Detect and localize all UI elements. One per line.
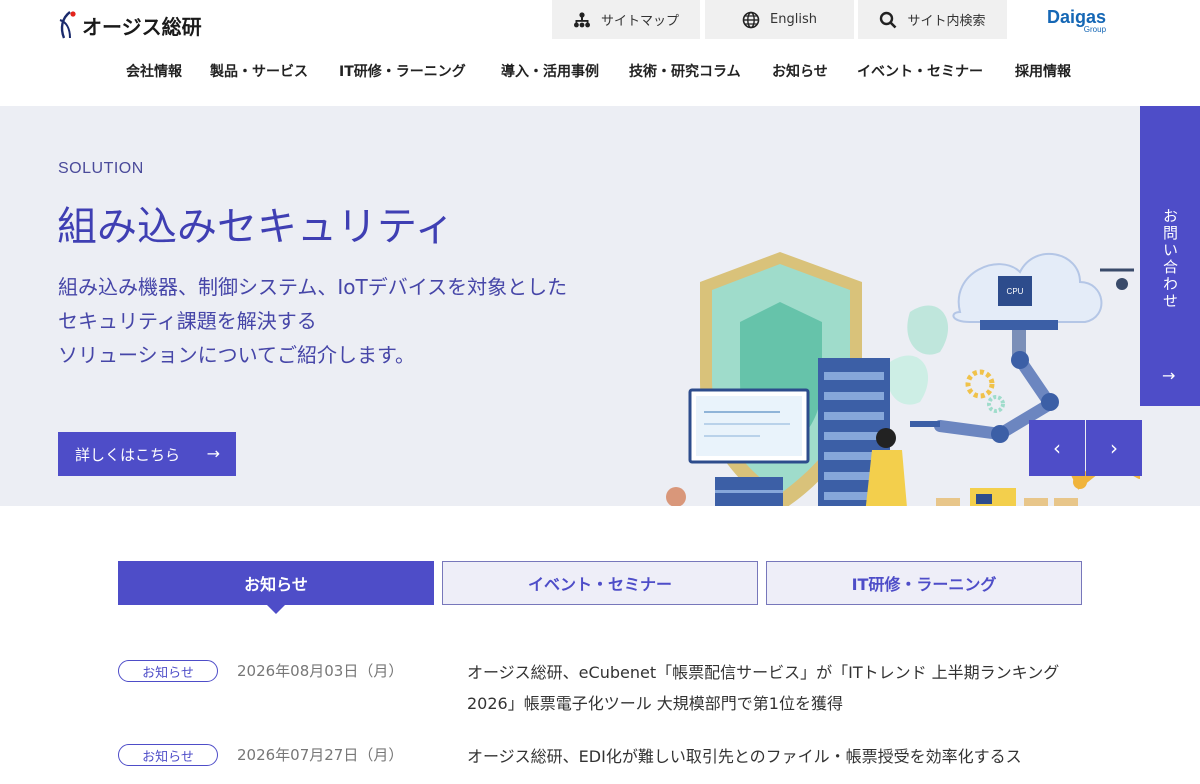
contact-label: お問い合わせ	[1161, 208, 1179, 310]
chevron-left-icon: ‹	[1053, 436, 1061, 460]
hero-title: 組み込みセキュリティ	[57, 204, 455, 250]
slider-next-button[interactable]: ›	[1086, 420, 1142, 476]
daigas-group-logo[interactable]: Daigas Group	[1047, 8, 1106, 34]
nav-item-news[interactable]: お知らせ	[772, 61, 828, 81]
tab-it-training[interactable]: IT研修・ラーニング	[766, 561, 1082, 605]
arrow-right-icon: →	[206, 444, 220, 463]
daigas-logo-sub: Group	[1083, 25, 1107, 34]
news-category-badge: お知らせ	[118, 660, 218, 682]
hero-cta-label: 詳しくはこちら	[75, 445, 181, 464]
site-logo[interactable]: オージス総研	[56, 8, 202, 42]
global-nav: 会社情報 製品・サービス IT研修・ラーニング 導入・活用事例 技術・研究コラム…	[0, 61, 1200, 83]
arrow-right-icon: →	[1162, 366, 1176, 385]
english-link[interactable]: English	[705, 0, 854, 39]
news-date: 2026年08月03日（月）	[237, 662, 404, 680]
hero-cta-button[interactable]: 詳しくはこちら →	[58, 432, 236, 476]
sitemap-icon	[573, 11, 590, 27]
contact-side-tab[interactable]: お問い合わせ →	[1140, 106, 1200, 406]
hero-banner: SOLUTION 組み込みセキュリティ 組み込み機器、制御システム、IoTデバイ…	[0, 106, 1200, 506]
news-title-link[interactable]: オージス総研、EDI化が難しい取引先とのファイル・帳票授受を効率化するス	[467, 741, 1082, 772]
site-search-link[interactable]: サイト内検索	[858, 0, 1007, 39]
nav-item-events[interactable]: イベント・セミナー	[857, 61, 983, 81]
nav-item-tech-column[interactable]: 技術・研究コラム	[629, 61, 741, 81]
slider-prev-button[interactable]: ‹	[1029, 420, 1085, 476]
hero-label: SOLUTION	[58, 160, 144, 177]
tab-news[interactable]: お知らせ	[118, 561, 434, 614]
nav-item-recruit[interactable]: 採用情報	[1015, 61, 1071, 81]
globe-icon	[742, 11, 760, 28]
nav-item-company[interactable]: 会社情報	[126, 61, 182, 81]
tab-events-label: イベント・セミナー	[527, 575, 672, 594]
news-date: 2026年07月27日（月）	[237, 746, 404, 764]
chevron-right-icon: ›	[1110, 436, 1118, 460]
news-title-link[interactable]: オージス総研、eCubenet「帳票配信サービス」が「ITトレンド 上半期ランキ…	[467, 657, 1082, 719]
nav-item-it-training[interactable]: IT研修・ラーニング	[339, 61, 466, 81]
daigas-logo-text: Daigas	[1047, 7, 1107, 27]
nav-item-case-studies[interactable]: 導入・活用事例	[501, 61, 599, 81]
news-item[interactable]: お知らせ 2026年08月03日（月） オージス総研、eCubenet「帳票配信…	[118, 660, 1082, 724]
search-icon	[880, 11, 897, 28]
nav-item-products[interactable]: 製品・サービス	[210, 61, 308, 81]
cpu-chip-label: CPU	[1007, 287, 1024, 296]
sitemap-link[interactable]: サイトマップ	[552, 0, 700, 39]
news-category-badge: お知らせ	[118, 744, 218, 766]
logo-text: オージス総研	[82, 14, 202, 39]
site-header: オージス総研 サイトマップ English サイト内検索 Daigas Grou…	[0, 0, 1200, 106]
news-item[interactable]: お知らせ 2026年07月27日（月） オージス総研、EDI化が難しい取引先との…	[118, 744, 1082, 784]
tab-it-training-label: IT研修・ラーニング	[851, 575, 997, 594]
english-label: English	[770, 12, 817, 27]
sitemap-label: サイトマップ	[600, 14, 679, 29]
tab-events[interactable]: イベント・セミナー	[442, 561, 758, 605]
site-search-label: サイト内検索	[907, 14, 986, 29]
logo-mark-icon	[59, 11, 76, 39]
hero-description: 組み込み機器、制御システム、IoTデバイスを対象とした セキュリティ課題を解決す…	[58, 275, 568, 367]
tab-news-label: お知らせ	[244, 575, 308, 594]
